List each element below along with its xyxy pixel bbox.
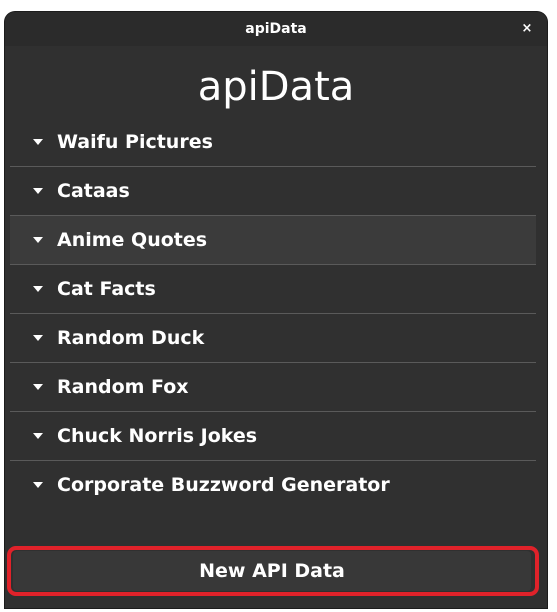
expander-waifu-pictures[interactable]: Waifu Pictures bbox=[10, 118, 536, 167]
close-button[interactable]: × bbox=[519, 21, 535, 37]
chevron-down-icon bbox=[33, 237, 43, 243]
expander-random-duck[interactable]: Random Duck bbox=[10, 314, 536, 363]
chevron-down-icon bbox=[33, 384, 43, 390]
expander-label: Waifu Pictures bbox=[57, 131, 213, 153]
expander-cat-facts[interactable]: Cat Facts bbox=[10, 265, 536, 314]
expander-label: Chuck Norris Jokes bbox=[57, 425, 258, 447]
chevron-down-icon bbox=[33, 433, 43, 439]
title-bar[interactable]: apiData × bbox=[5, 12, 547, 46]
expander-label: Random Fox bbox=[57, 376, 189, 398]
chevron-down-icon bbox=[33, 188, 43, 194]
expander-corporate-buzzword-generator[interactable]: Corporate Buzzword Generator bbox=[10, 461, 536, 509]
page-title: apiData bbox=[197, 64, 355, 110]
expander-label: Cataas bbox=[57, 180, 130, 202]
chevron-down-icon bbox=[33, 286, 43, 292]
expander-anime-quotes[interactable]: Anime Quotes bbox=[10, 216, 536, 265]
chevron-down-icon bbox=[33, 482, 43, 488]
expander-cataas[interactable]: Cataas bbox=[10, 167, 536, 216]
chevron-down-icon bbox=[33, 139, 43, 145]
expander-label: Cat Facts bbox=[57, 278, 156, 300]
expander-label: Corporate Buzzword Generator bbox=[57, 474, 390, 496]
expander-random-fox[interactable]: Random Fox bbox=[10, 363, 536, 412]
expander-chuck-norris-jokes[interactable]: Chuck Norris Jokes bbox=[10, 412, 536, 461]
expander-label: Anime Quotes bbox=[57, 229, 208, 251]
app-window: apiData × apiData Waifu Pictures Cataas … bbox=[5, 12, 547, 608]
expander-label: Random Duck bbox=[57, 327, 205, 349]
window-title: apiData bbox=[245, 21, 307, 37]
new-api-data-button[interactable]: New API Data bbox=[13, 551, 531, 591]
api-section-list: Waifu Pictures Cataas Anime Quotes Cat F… bbox=[10, 118, 536, 509]
chevron-down-icon bbox=[33, 335, 43, 341]
